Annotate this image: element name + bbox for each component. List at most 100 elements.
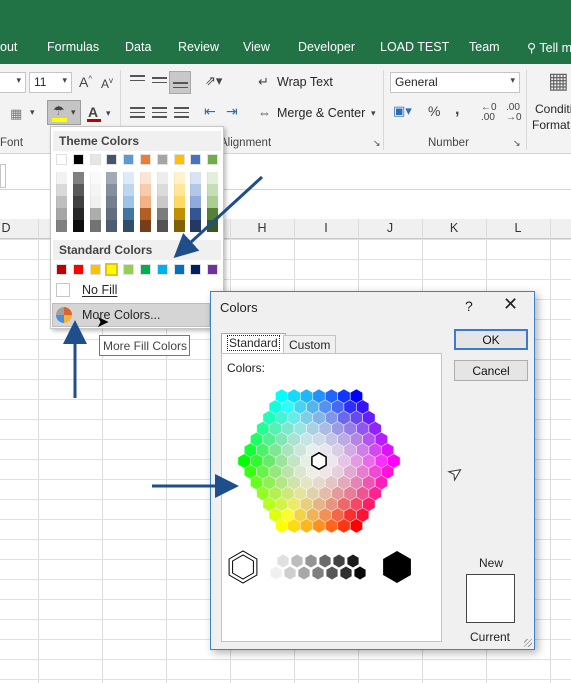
increase-font-icon[interactable]: A^	[79, 75, 92, 89]
chevron-down-icon[interactable]: ▾	[30, 108, 35, 117]
standard-color-swatch[interactable]	[105, 263, 119, 276]
standard-color-swatch[interactable]	[140, 264, 151, 275]
gray-cell[interactable]	[270, 566, 282, 580]
gray-cell[interactable]	[312, 566, 324, 580]
theme-shade-column[interactable]	[140, 172, 151, 232]
standard-color-swatch[interactable]	[156, 264, 168, 275]
ribbon-tab[interactable]: Review	[178, 40, 219, 54]
column-header[interactable]: J	[358, 221, 422, 235]
decrease-decimal-icon[interactable]: .00 →0	[506, 103, 522, 123]
ribbon-tab[interactable]: View	[243, 40, 270, 54]
theme-shade-column[interactable]	[190, 172, 202, 232]
standard-color-swatch[interactable]	[123, 264, 135, 275]
increase-decimal-icon[interactable]: ←0.00	[481, 103, 497, 123]
align-left-icon[interactable]	[130, 107, 145, 121]
theme-color-swatch[interactable]	[89, 154, 101, 165]
conditional-formatting-label[interactable]: Conditi	[535, 102, 571, 116]
tab-custom[interactable]: Custom	[283, 335, 337, 353]
percent-style-button[interactable]: %	[428, 104, 440, 118]
name-box[interactable]	[0, 164, 6, 188]
gray-cell[interactable]	[354, 566, 366, 580]
theme-shade-column[interactable]	[56, 172, 67, 232]
align-right-icon[interactable]	[174, 107, 189, 121]
tab-standard[interactable]: Standard	[221, 333, 286, 354]
ribbon-tab[interactable]: LOAD TEST	[380, 40, 449, 54]
ribbon-tab[interactable]: Data	[125, 40, 151, 54]
theme-color-swatch[interactable]	[106, 154, 118, 165]
black-cell[interactable]	[383, 551, 411, 583]
dialog-launcher-icon[interactable]: ↘	[373, 139, 381, 148]
align-center-icon[interactable]	[152, 107, 167, 121]
gray-cell[interactable]	[326, 566, 338, 580]
gray-cell[interactable]	[340, 566, 352, 580]
theme-color-swatch[interactable]	[72, 154, 84, 165]
theme-shade-column[interactable]	[173, 172, 185, 232]
comma-style-button[interactable]: ,	[455, 102, 459, 118]
column-header[interactable]: H	[230, 221, 294, 235]
theme-shade-column[interactable]	[106, 172, 118, 232]
theme-shade-column[interactable]	[123, 172, 135, 232]
standard-color-swatch[interactable]	[56, 264, 67, 275]
gray-cell[interactable]	[347, 554, 359, 568]
theme-color-swatch[interactable]	[56, 154, 67, 165]
theme-color-swatch[interactable]	[173, 154, 185, 165]
wrap-text-button[interactable]: ↵ Wrap Text	[255, 72, 335, 92]
more-colors-item[interactable]: More Colors...	[52, 303, 210, 327]
align-bottom-button[interactable]	[169, 71, 191, 94]
theme-shade-column[interactable]	[207, 172, 219, 232]
column-header[interactable]: I	[294, 221, 358, 235]
gray-cell[interactable]	[333, 554, 345, 568]
column-header[interactable]: L	[486, 221, 550, 235]
no-fill-swatch[interactable]	[56, 283, 70, 297]
tell-me-search[interactable]: ⚲ Tell m	[527, 40, 571, 55]
font-color-button[interactable]: A ▾	[84, 102, 114, 124]
fill-color-button[interactable]: ☂ ▾	[47, 100, 81, 125]
ribbon-tab[interactable]: Developer	[298, 40, 355, 54]
orientation-icon[interactable]: ⇗▾	[205, 74, 222, 87]
theme-shade-column[interactable]	[89, 172, 101, 232]
standard-color-swatch[interactable]	[207, 264, 219, 275]
no-fill-item[interactable]: No Fill	[82, 283, 117, 297]
ribbon-tab[interactable]: Formulas	[47, 40, 99, 54]
ribbon-tab[interactable]: out	[0, 40, 17, 54]
theme-color-swatch[interactable]	[156, 154, 168, 165]
close-button[interactable]: ✕	[503, 295, 518, 313]
align-top-icon[interactable]	[130, 75, 145, 84]
increase-indent-icon[interactable]: ⇥	[226, 104, 238, 118]
accounting-format-icon[interactable]: ▣▾	[393, 104, 412, 117]
conditional-formatting-icon[interactable]: ▦	[548, 70, 569, 92]
column-header[interactable]: D	[0, 221, 38, 235]
gray-cell[interactable]	[305, 554, 317, 568]
column-header[interactable]: K	[422, 221, 486, 235]
color-hexagon[interactable]	[222, 354, 441, 641]
font-name-combo[interactable]: ▾	[0, 72, 26, 93]
standard-color-swatch[interactable]	[72, 264, 84, 275]
standard-color-swatch[interactable]	[89, 264, 101, 275]
gray-cell[interactable]	[298, 566, 310, 580]
cancel-button[interactable]: Cancel	[454, 360, 528, 381]
gray-cell[interactable]	[284, 566, 296, 580]
white-cell[interactable]	[228, 550, 258, 584]
dialog-launcher-icon[interactable]: ↘	[513, 139, 521, 148]
gray-cell[interactable]	[277, 554, 289, 568]
theme-color-swatch[interactable]	[123, 154, 135, 165]
gray-cell[interactable]	[319, 554, 331, 568]
standard-color-swatch[interactable]	[190, 264, 202, 275]
standard-color-swatch[interactable]	[173, 264, 185, 275]
theme-color-swatch[interactable]	[140, 154, 151, 165]
resize-grip-icon[interactable]	[524, 639, 532, 647]
theme-shade-column[interactable]	[72, 172, 84, 232]
ribbon-tab[interactable]: Team	[469, 40, 500, 54]
number-format-combo[interactable]: General ▾	[390, 72, 520, 93]
borders-icon[interactable]: ▦	[10, 107, 22, 120]
help-button[interactable]: ?	[465, 298, 473, 314]
theme-shade-column[interactable]	[156, 172, 168, 232]
ok-button[interactable]: OK	[454, 329, 528, 350]
gray-cell[interactable]	[291, 554, 303, 568]
decrease-font-icon[interactable]: Av	[101, 77, 113, 91]
theme-color-swatch[interactable]	[190, 154, 202, 165]
theme-color-swatch[interactable]	[207, 154, 219, 165]
decrease-indent-icon[interactable]: ⇤	[204, 104, 216, 118]
gray-cell[interactable]	[263, 554, 275, 568]
align-middle-icon[interactable]	[152, 77, 167, 86]
